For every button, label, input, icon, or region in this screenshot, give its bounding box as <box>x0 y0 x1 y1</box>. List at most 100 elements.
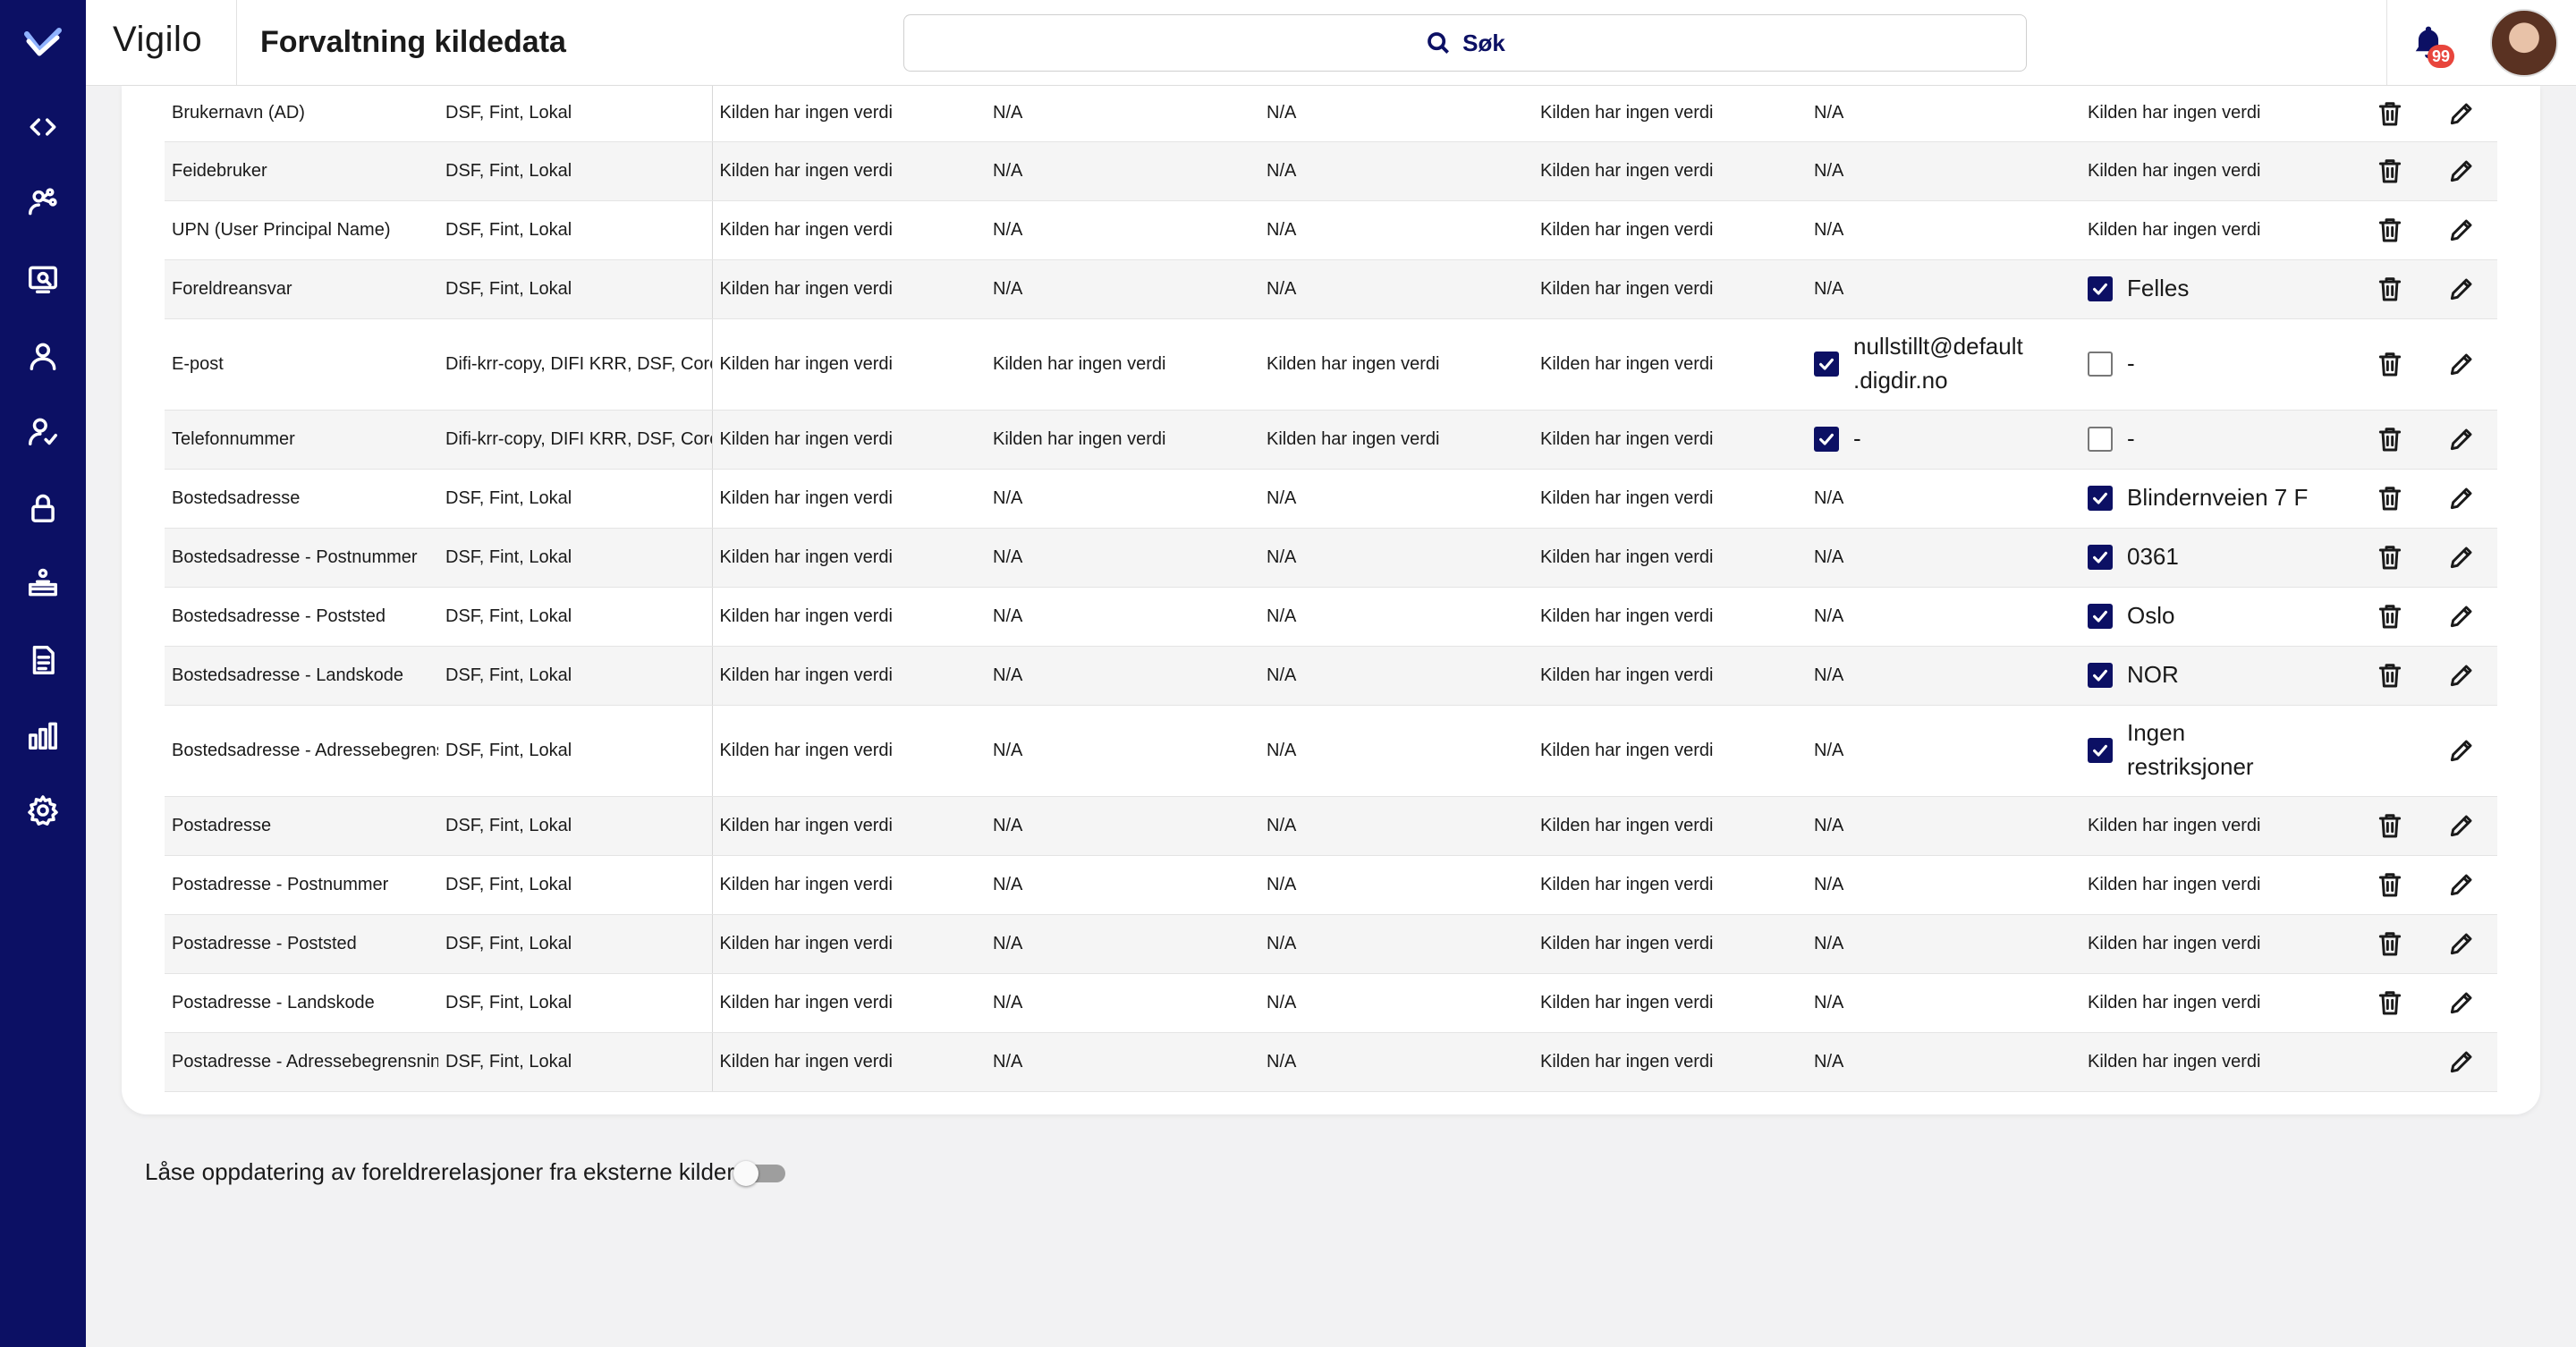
trash-icon[interactable] <box>2376 277 2404 301</box>
checked-checkbox[interactable] <box>2088 738 2113 763</box>
checked-checkbox[interactable] <box>2088 486 2113 511</box>
notification-count-badge: 99 <box>2428 45 2454 68</box>
source-value-cell: N/A <box>1807 86 2080 142</box>
checked-checkbox[interactable] <box>1814 352 1839 377</box>
field-name-cell: Bostedsadresse - Poststed <box>165 587 438 647</box>
pencil-icon[interactable] <box>2447 160 2476 182</box>
checked-checkbox[interactable] <box>2088 276 2113 301</box>
avatar[interactable] <box>2490 9 2558 77</box>
edit-cell <box>2426 86 2497 142</box>
table-row: Bostedsadresse DSF, Fint, Lokal Kilden har… <box>165 469 2497 529</box>
table-row: Postadresse - Poststed DSF, Fint, Lokal Ki… <box>165 914 2497 974</box>
lock-icon[interactable] <box>25 490 61 526</box>
source-value-cell: N/A <box>986 973 1259 1033</box>
source-value-cell: N/A <box>1259 705 1533 797</box>
trash-icon[interactable] <box>2376 664 2404 688</box>
local-value-cell-value: - <box>2127 350 2135 377</box>
sources-cell: DSF, Fint, Lokal <box>438 796 713 856</box>
delete-cell <box>2354 86 2426 142</box>
trash-icon[interactable] <box>2376 428 2404 452</box>
source-value-cell: N/A <box>1807 705 2080 797</box>
delete-cell <box>2354 469 2426 529</box>
trash-icon[interactable] <box>2376 546 2404 570</box>
unchecked-checkbox[interactable] <box>2088 427 2113 452</box>
pencil-icon[interactable] <box>2447 353 2476 376</box>
field-name-cell: Postadresse - Poststed <box>165 914 438 974</box>
pencil-icon[interactable] <box>2447 606 2476 628</box>
pencil-icon[interactable] <box>2447 1051 2476 1073</box>
table-row: Bostedsadresse - Poststed DSF, Fint, Loka… <box>165 587 2497 647</box>
trash-icon[interactable] <box>2376 352 2404 377</box>
gear-icon[interactable] <box>25 792 61 828</box>
document-icon[interactable] <box>25 642 61 678</box>
vigilo-logo-icon[interactable] <box>23 25 63 61</box>
pencil-icon[interactable] <box>2447 428 2476 451</box>
source-value-cell: Kilden har ingen verdi <box>1533 259 1807 319</box>
checked-checkbox[interactable] <box>2088 545 2113 570</box>
trash-icon[interactable] <box>2376 873 2404 897</box>
source-value-cell: Kilden har ingen verdi <box>1533 141 1807 201</box>
header-divider <box>2386 0 2387 86</box>
pencil-icon[interactable] <box>2447 487 2476 510</box>
trash-icon[interactable] <box>2376 932 2404 956</box>
source-value-cell: N/A <box>1259 855 1533 915</box>
trash-icon[interactable] <box>2376 101 2404 126</box>
delete-cell <box>2354 318 2426 411</box>
trash-icon[interactable] <box>2376 159 2404 183</box>
trash-icon[interactable] <box>2376 605 2404 629</box>
pencil-icon[interactable] <box>2447 740 2476 762</box>
local-value-cell: Oslo <box>2080 587 2354 647</box>
source-value-cell: Kilden har ingen verdi <box>712 86 986 142</box>
source-value-cell: Kilden har ingen verdi <box>712 796 986 856</box>
source-value-cell: N/A <box>1259 914 1533 974</box>
pencil-icon[interactable] <box>2447 874 2476 896</box>
user-icon[interactable] <box>25 338 61 374</box>
sources-cell: DSF, Fint, Lokal <box>438 259 713 319</box>
pencil-icon[interactable] <box>2447 933 2476 955</box>
trash-icon[interactable] <box>2376 487 2404 511</box>
unchecked-checkbox[interactable] <box>2088 352 2113 377</box>
local-value-cell: Kilden har ingen verdi <box>2080 86 2354 142</box>
brand-name[interactable]: Vigilo <box>113 20 202 60</box>
checked-checkbox[interactable] <box>2088 663 2113 688</box>
pencil-icon[interactable] <box>2447 815 2476 837</box>
user-check-icon[interactable] <box>25 413 61 449</box>
table-row: Bostedsadresse - Landskode DSF, Fint, Lok… <box>165 646 2497 706</box>
lock-parent-relations-toggle[interactable] <box>733 1161 785 1186</box>
search-bar[interactable]: Søk <box>903 14 2027 72</box>
pencil-icon[interactable] <box>2447 665 2476 687</box>
pencil-icon[interactable] <box>2447 103 2476 124</box>
table-row: Feidebruker DSF, Fint, Lokal Kilden har in… <box>165 141 2497 201</box>
checked-checkbox[interactable] <box>1814 427 1839 452</box>
pencil-icon[interactable] <box>2447 219 2476 241</box>
pencil-icon[interactable] <box>2447 546 2476 569</box>
code-icon[interactable] <box>25 109 61 145</box>
source-value-cell: Kilden har ingen verdi <box>1533 318 1807 411</box>
source-value-cell: N/A <box>1259 200 1533 260</box>
local-value-cell: Kilden har ingen verdi <box>2080 855 2354 915</box>
checked-checkbox[interactable] <box>2088 604 2113 629</box>
users-network-icon[interactable] <box>25 184 61 220</box>
edit-cell <box>2426 528 2497 588</box>
local-value-cell: Ingen restriksjoner <box>2080 705 2354 797</box>
source-value-cell: N/A <box>1807 646 2080 706</box>
edit-cell <box>2426 1032 2497 1092</box>
local-value-cell-value: 0361 <box>2127 543 2179 571</box>
source-value-cell: Kilden har ingen verdi <box>1533 705 1807 797</box>
bar-chart-icon[interactable] <box>25 717 61 753</box>
trash-icon[interactable] <box>2376 218 2404 242</box>
edit-cell <box>2426 469 2497 529</box>
source-value-cell: Kilden har ingen verdi <box>1533 796 1807 856</box>
source-value-cell: Kilden har ingen verdi <box>1259 410 1533 470</box>
classroom-icon[interactable] <box>25 565 61 601</box>
field-name-cell: Bostedsadresse - Landskode <box>165 646 438 706</box>
trash-icon[interactable] <box>2376 991 2404 1015</box>
edit-cell <box>2426 855 2497 915</box>
trash-icon[interactable] <box>2376 814 2404 838</box>
pencil-icon[interactable] <box>2447 992 2476 1014</box>
pencil-icon[interactable] <box>2447 278 2476 301</box>
source-value-cell: Kilden har ingen verdi <box>712 259 986 319</box>
dashboard-search-icon[interactable] <box>25 261 61 297</box>
local-value-cell: Kilden har ingen verdi <box>2080 200 2354 260</box>
delete-cell <box>2354 587 2426 647</box>
